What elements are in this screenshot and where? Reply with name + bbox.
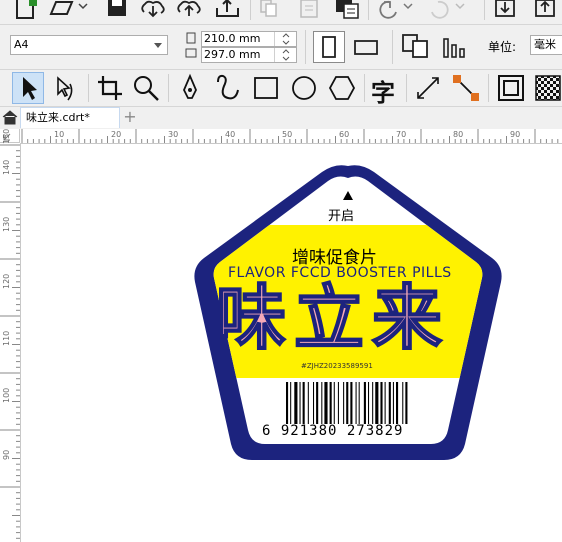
add-tab-button[interactable]: + [121,106,139,128]
ruler-label: 10 [54,130,65,139]
open-icon[interactable] [48,0,88,22]
transparency-tool-icon[interactable] [532,72,562,104]
export-icon[interactable] [176,0,202,22]
pick-tool[interactable] [12,72,44,104]
page-size-value: A4 [14,38,29,51]
ruler-label: 110 [2,330,11,346]
ruler-label: 70 [396,130,407,139]
rectangle-tool-icon[interactable] [250,72,282,104]
open-tear-text: 开启 [328,209,355,224]
ruler-label: 90 [510,130,521,139]
ruler-label: 150 [2,128,11,144]
page-width-value: 210.0 mm [204,32,261,45]
units-dropdown[interactable]: 毫米 [530,35,562,55]
barcode-digits: 6 921380 273829 [262,423,404,439]
home-icon[interactable] [2,109,18,125]
ruler-label: 100 [2,387,11,403]
height-spinner[interactable] [274,48,296,62]
units-value: 毫米 [534,38,556,51]
bring-front-icon[interactable] [534,0,558,22]
ellipse-tool-icon[interactable] [288,72,320,104]
ruler-label: 50 [282,130,293,139]
spinner-arrows-icon [282,33,290,45]
import-icon[interactable] [140,0,166,22]
tab-document[interactable]: 味立来.cdrt* [20,107,120,128]
undo-icon[interactable] [376,0,416,22]
all-pages-icon[interactable] [400,31,434,63]
redo-icon[interactable] [428,0,468,22]
ruler-label: 80 [453,130,464,139]
portrait-icon [322,36,336,58]
tab-label: 味立来.cdrt* [26,111,90,124]
vertical-ruler[interactable]: 150 140 130 120 110 100 90 [0,129,21,542]
portrait-button[interactable] [313,31,345,63]
barcode [286,382,408,424]
ruler-label: 40 [225,130,236,139]
crop-tool-icon[interactable] [94,72,126,104]
page-size-dropdown[interactable]: A4 [10,35,168,55]
publish-icon[interactable] [214,0,242,22]
standard-toolbar [0,0,562,25]
copy-icon[interactable] [258,0,280,22]
units-label: 单位: [488,40,517,54]
ruler-label: 30 [168,130,179,139]
connector-tool-icon[interactable] [450,72,482,104]
pen-tool-icon[interactable] [174,72,206,104]
pointer-arrow-icon [23,77,37,100]
new-document-icon[interactable] [14,0,38,22]
ruler-label: 140 [2,159,11,175]
ruler-label: 90 [2,449,11,460]
shape-tool-icon[interactable] [50,72,82,104]
product-code: #ZJHZ20233589591 [301,362,373,370]
freehand-tool-icon[interactable] [212,72,244,104]
width-spinner[interactable] [274,32,296,46]
page-height-field[interactable]: 297.0 mm [201,47,297,63]
ruler-label: 60 [339,130,350,139]
shadow-tool-icon[interactable] [495,72,527,104]
current-page-icon[interactable] [440,31,472,63]
band-top-line [213,225,483,228]
save-icon[interactable] [106,0,130,22]
ruler-label: 120 [2,273,11,289]
brand-name: 味立来 [215,277,450,359]
ruler-label: 130 [2,216,11,232]
polygon-tool-icon[interactable] [326,72,358,104]
page-height-value: 297.0 mm [204,48,261,61]
doc-palette-icon[interactable] [334,0,360,22]
landscape-icon[interactable] [350,31,382,63]
text-tool-icon[interactable]: 字 [371,73,395,108]
page-width-field[interactable]: 210.0 mm [201,31,297,47]
horizontal-ruler[interactable]: 10 20 30 40 50 60 70 80 90 [20,129,562,144]
page-dimensions-icon [185,32,197,58]
dimension-tool-icon[interactable] [412,72,444,104]
paste-icon[interactable] [298,0,322,22]
send-back-icon[interactable] [494,0,518,22]
ruler-label: 20 [111,130,122,139]
spinner-arrows-icon [282,49,290,61]
zoom-tool-icon[interactable] [130,72,162,104]
chevron-down-icon [154,43,162,48]
